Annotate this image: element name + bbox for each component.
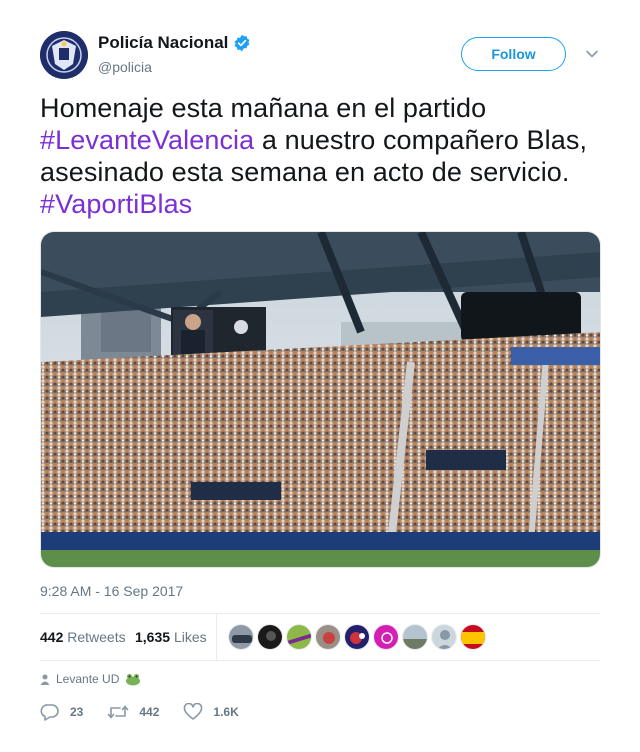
hashtag-link[interactable]: #VaportiBlas <box>40 189 192 219</box>
liker-avatar[interactable] <box>344 624 370 650</box>
tweet-stats: 442 Retweets 1,635 Likes <box>40 614 600 660</box>
retweets-count: 442 <box>40 629 64 645</box>
tweet-actions: 23 442 1.6K <box>40 702 263 722</box>
liker-avatar[interactable] <box>286 624 312 650</box>
liker-avatar[interactable] <box>315 624 341 650</box>
display-name[interactable]: Policía Nacional <box>98 33 228 53</box>
tweet-timestamp[interactable]: 9:28 AM - 16 Sep 2017 <box>40 583 183 599</box>
tweet-text: Homenaje esta mañana en el partido #Leva… <box>40 92 605 220</box>
retweet-button[interactable]: 442 <box>107 703 159 721</box>
likes-stat[interactable]: 1,635 Likes <box>135 629 207 645</box>
police-badge-icon[interactable] <box>40 31 88 79</box>
context-text: Levante UD <box>56 672 120 686</box>
retweets-stat[interactable]: 442 Retweets <box>40 629 126 645</box>
liker-avatar[interactable] <box>373 624 399 650</box>
tweet-header: Policía Nacional @policia Follow <box>40 31 600 79</box>
divider <box>40 660 600 661</box>
person-icon <box>40 674 50 685</box>
reply-icon <box>40 704 59 721</box>
liker-avatar[interactable] <box>257 624 283 650</box>
tweet-text-part: Homenaje esta mañana en el partido <box>40 93 487 123</box>
liker-avatar[interactable] <box>228 624 254 650</box>
like-count: 1.6K <box>213 705 239 719</box>
heart-icon <box>184 703 203 720</box>
liker-avatar[interactable] <box>402 624 428 650</box>
like-button[interactable]: 1.6K <box>183 703 239 721</box>
retweet-count: 442 <box>139 705 160 719</box>
retweets-label: Retweets <box>67 629 126 645</box>
retweet-icon <box>108 705 129 719</box>
follow-button[interactable]: Follow <box>461 37 566 71</box>
liker-avatars <box>228 624 489 650</box>
hashtag-link[interactable]: #LevanteValencia <box>40 125 254 155</box>
liker-avatar[interactable] <box>460 624 486 650</box>
likes-label: Likes <box>173 629 207 645</box>
reply-count: 23 <box>70 705 84 719</box>
reply-button[interactable]: 23 <box>40 703 83 721</box>
stadium-photo[interactable] <box>40 231 601 568</box>
social-context[interactable]: Levante UD <box>40 672 147 686</box>
likes-count: 1,635 <box>135 629 171 645</box>
frog-icon <box>126 674 141 686</box>
liker-avatar[interactable] <box>431 624 457 650</box>
user-handle[interactable]: @policia <box>98 59 152 75</box>
verified-badge-icon <box>234 34 250 52</box>
stats-divider <box>216 614 217 660</box>
chevron-down-icon[interactable] <box>585 47 599 61</box>
